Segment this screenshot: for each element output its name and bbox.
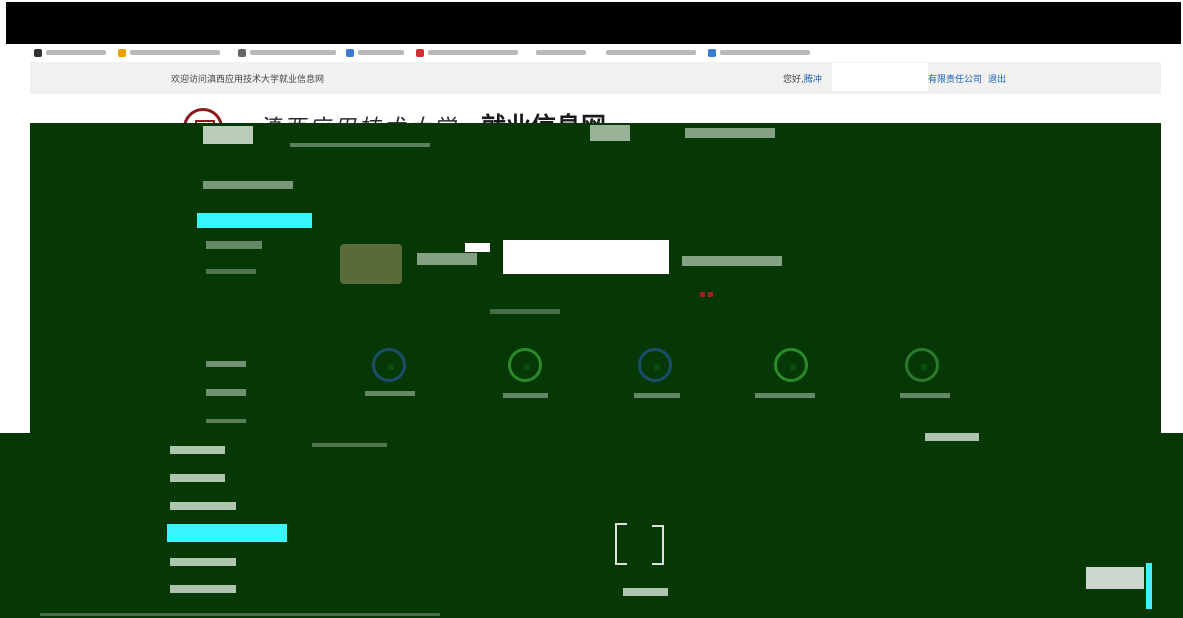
glitch-block (682, 256, 782, 266)
sidebar-item[interactable] (170, 502, 236, 510)
redaction-box (832, 63, 928, 91)
bookmark-item[interactable] (428, 50, 518, 55)
bookmark-icon[interactable] (346, 49, 354, 57)
redaction-box (503, 240, 669, 274)
logout-link[interactable]: 退出 (988, 72, 1006, 85)
glitch-block (290, 143, 430, 147)
stat-circle-icon[interactable] (905, 348, 939, 382)
glitch-block (312, 443, 387, 447)
stat-label (755, 393, 815, 398)
company-name-link[interactable]: 有限责任公司 (928, 72, 982, 85)
sidebar-item[interactable] (170, 474, 225, 482)
floating-action-button[interactable] (1086, 563, 1156, 609)
bookmark-item[interactable] (250, 50, 336, 55)
glitch-block (623, 588, 668, 596)
sidebar-item[interactable] (206, 361, 246, 367)
redaction-box (465, 243, 490, 252)
bookmark-icon[interactable] (416, 49, 424, 57)
bookmark-icon[interactable] (118, 49, 126, 57)
browser-titlebar (6, 2, 1181, 44)
stat-label (900, 393, 950, 398)
glitch-block (590, 125, 630, 141)
glitch-block (490, 309, 560, 314)
sidebar-item[interactable] (203, 181, 293, 189)
sidebar-item[interactable] (170, 585, 236, 593)
bookmark-item[interactable] (130, 50, 220, 55)
site-topbar: 欢迎访问滇西应用技术大学就业信息网 您好,腾冲 有限责任公司 退出 (30, 62, 1161, 95)
sidebar-item[interactable] (206, 389, 246, 396)
user-avatar-icon[interactable] (340, 244, 402, 284)
stat-circle-icon[interactable] (508, 348, 542, 382)
bookmark-icon[interactable] (238, 49, 246, 57)
stat-label (365, 391, 415, 396)
glitch-block (685, 128, 775, 138)
bookmark-icon[interactable] (708, 49, 716, 57)
bookmark-item[interactable] (358, 50, 404, 55)
stat-label (634, 393, 680, 398)
stat-circle-icon[interactable] (372, 348, 406, 382)
bookmark-icon[interactable] (34, 49, 42, 57)
greeting-text: 您好, (783, 75, 804, 85)
stat-circle-icon[interactable] (774, 348, 808, 382)
sidebar-item[interactable] (170, 558, 236, 566)
glitch-block (203, 126, 253, 144)
bookmark-item[interactable] (606, 50, 696, 55)
user-link[interactable]: 腾冲 (804, 75, 822, 85)
lower-content-overlay (0, 433, 1183, 618)
stat-circle-icon[interactable] (638, 348, 672, 382)
stat-label (503, 393, 548, 398)
bookmark-item[interactable] (536, 50, 586, 55)
glitch-block (417, 253, 477, 265)
glitch-block (925, 433, 979, 441)
status-dot (700, 292, 705, 297)
glitch-block (40, 613, 440, 616)
sidebar-item-active[interactable] (197, 213, 312, 228)
bookmark-item[interactable] (46, 50, 106, 55)
status-dot (708, 292, 713, 297)
main-content-overlay (30, 123, 1161, 433)
bracket-left (615, 523, 627, 565)
sidebar-item[interactable] (170, 446, 225, 454)
welcome-text: 欢迎访问滇西应用技术大学就业信息网 (171, 75, 325, 85)
bookmark-item[interactable] (720, 50, 810, 55)
sidebar-item[interactable] (206, 241, 262, 249)
bookmarks-bar (6, 44, 1181, 62)
greeting: 您好,腾冲 (783, 72, 822, 85)
sidebar-item[interactable] (206, 419, 246, 423)
bracket-right (652, 525, 664, 565)
sidebar-item-active[interactable] (167, 524, 287, 542)
sidebar-item[interactable] (206, 269, 256, 274)
